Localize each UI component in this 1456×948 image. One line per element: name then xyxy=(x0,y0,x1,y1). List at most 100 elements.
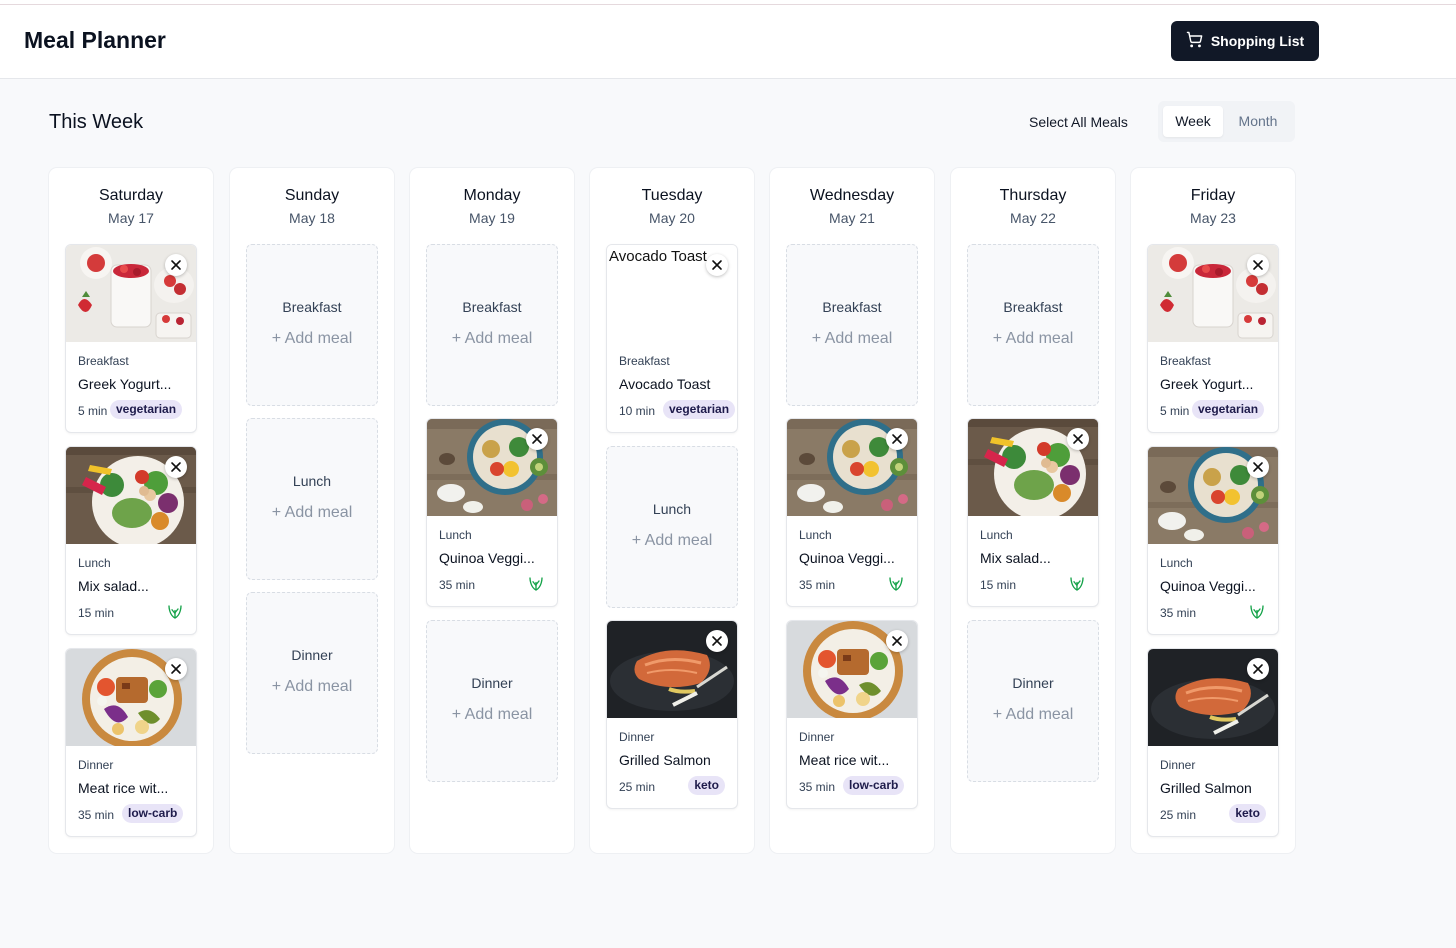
meal-type-label: Dinner xyxy=(799,730,835,744)
meal-card[interactable]: Lunch Quinoa Veggi... 35 min xyxy=(786,418,918,607)
shopping-list-label: Shopping List xyxy=(1210,33,1305,49)
meal-name: Mix salad... xyxy=(78,578,149,594)
meal-time: 10 min xyxy=(619,404,656,418)
day-column-tuesday: Tuesday May 20 Avocado Toast Breakfast Avoca… xyxy=(590,168,754,853)
meal-name: Greek Yogurt... xyxy=(1160,376,1254,392)
meal-card[interactable]: Lunch Mix salad... 15 min xyxy=(65,446,197,635)
empty-slot-dinner[interactable]: Dinner + Add meal xyxy=(246,592,378,754)
meal-type-label: Breakfast xyxy=(619,354,670,368)
slot-meal-type: Breakfast xyxy=(1003,299,1063,315)
meal-time: 35 min xyxy=(1160,606,1197,620)
close-icon[interactable] xyxy=(886,428,908,450)
close-icon[interactable] xyxy=(706,630,728,652)
meal-time: 5 min xyxy=(78,404,108,418)
add-meal-button[interactable]: + Add meal xyxy=(968,706,1098,724)
meal-name: Quinoa Veggi... xyxy=(1160,578,1256,594)
meal-type-label: Lunch xyxy=(980,528,1013,542)
empty-slot-breakfast[interactable]: Breakfast + Add meal xyxy=(786,244,918,406)
view-month-tab[interactable]: Month xyxy=(1226,106,1290,137)
add-meal-button[interactable]: + Add meal xyxy=(607,532,737,550)
close-icon[interactable] xyxy=(1067,428,1089,450)
select-all-meals-button[interactable]: Select All Meals xyxy=(1029,114,1128,130)
add-meal-button[interactable]: + Add meal xyxy=(787,330,917,348)
meal-card[interactable]: Dinner Meat rice wit... 35 min low-carb xyxy=(65,648,197,837)
slot-meal-type: Dinner xyxy=(291,647,333,663)
view-toggle: Week Month xyxy=(1158,101,1295,142)
meal-card[interactable]: Breakfast Greek Yogurt... 5 min vegetarian xyxy=(1147,244,1279,433)
day-date: May 22 xyxy=(1010,210,1056,226)
slot-meal-type: Lunch xyxy=(292,473,332,489)
app-header: Meal Planner Shopping List xyxy=(0,5,1456,79)
vegan-leaf-icon xyxy=(1248,603,1266,621)
diet-tag: low-carb xyxy=(122,804,184,823)
close-icon[interactable] xyxy=(165,658,187,680)
meal-card[interactable]: Lunch Mix salad... 15 min xyxy=(967,418,1099,607)
slot-meal-type: Lunch xyxy=(652,501,692,517)
add-meal-button[interactable]: + Add meal xyxy=(247,330,377,348)
view-week-tab[interactable]: Week xyxy=(1163,106,1223,137)
day-name: Saturday xyxy=(98,187,164,204)
empty-slot-breakfast[interactable]: Breakfast + Add meal xyxy=(426,244,558,406)
day-column-sunday: Sunday May 18 Breakfast + Add meal Lunch + Ad… xyxy=(230,168,394,853)
diet-tag: keto xyxy=(688,776,725,795)
cart-icon xyxy=(1186,31,1203,51)
meal-type-label: Lunch xyxy=(439,528,472,542)
meal-card[interactable]: Lunch Quinoa Veggi... 35 min xyxy=(1147,446,1279,635)
meal-card[interactable]: Breakfast Greek Yogurt... 5 min vegetarian xyxy=(65,244,197,433)
empty-slot-dinner[interactable]: Dinner + Add meal xyxy=(426,620,558,782)
add-meal-button[interactable]: + Add meal xyxy=(427,706,557,724)
meal-time: 15 min xyxy=(980,578,1017,592)
close-icon[interactable] xyxy=(1247,658,1269,680)
close-icon[interactable] xyxy=(706,254,728,276)
meal-time: 35 min xyxy=(78,808,115,822)
empty-slot-breakfast[interactable]: Breakfast + Add meal xyxy=(246,244,378,406)
close-icon[interactable] xyxy=(526,428,548,450)
meal-time: 25 min xyxy=(619,780,656,794)
meal-name: Meat rice wit... xyxy=(799,752,890,768)
meal-name: Quinoa Veggi... xyxy=(439,550,535,566)
close-icon[interactable] xyxy=(1247,254,1269,276)
add-meal-button[interactable]: + Add meal xyxy=(427,330,557,348)
day-column-thursday: Thursday May 22 Breakfast + Add meal Lunch Mi… xyxy=(951,168,1115,853)
close-icon[interactable] xyxy=(886,630,908,652)
day-name: Wednesday xyxy=(809,187,895,204)
day-date: May 18 xyxy=(289,210,335,226)
add-meal-button[interactable]: + Add meal xyxy=(247,678,377,696)
empty-slot-dinner[interactable]: Dinner + Add meal xyxy=(967,620,1099,782)
meal-time: 5 min xyxy=(1160,404,1190,418)
close-icon[interactable] xyxy=(1247,456,1269,478)
week-heading: This Week xyxy=(49,111,144,133)
day-date: May 19 xyxy=(469,210,515,226)
meal-time: 35 min xyxy=(799,578,836,592)
shopping-list-button[interactable]: Shopping List xyxy=(1171,21,1319,61)
slot-meal-type: Dinner xyxy=(471,675,513,691)
meal-type-label: Dinner xyxy=(78,758,114,772)
day-column-friday: Friday May 23 Breakfast Greek Yogurt... 5 mi… xyxy=(1131,168,1295,853)
diet-tag: keto xyxy=(1229,804,1266,823)
add-meal-button[interactable]: + Add meal xyxy=(968,330,1098,348)
meal-card[interactable]: Lunch Quinoa Veggi... 35 min xyxy=(426,418,558,607)
add-meal-button[interactable]: + Add meal xyxy=(247,504,377,522)
day-column-saturday: Saturday May 17 Breakfast Greek Yogurt... 5 … xyxy=(49,168,213,853)
day-date: May 23 xyxy=(1190,210,1236,226)
slot-meal-type: Breakfast xyxy=(822,299,882,315)
close-icon[interactable] xyxy=(165,254,187,276)
day-name: Thursday xyxy=(999,187,1067,204)
day-name: Tuesday xyxy=(641,187,703,204)
meal-time: 35 min xyxy=(439,578,476,592)
diet-tag: vegetarian xyxy=(663,400,736,419)
close-icon[interactable] xyxy=(165,456,187,478)
meal-card[interactable]: Dinner Grilled Salmon 25 min keto xyxy=(606,620,738,809)
meal-card[interactable]: Dinner Meat rice wit... 35 min low-carb xyxy=(786,620,918,809)
vegan-leaf-icon xyxy=(166,603,184,621)
meal-name: Meat rice wit... xyxy=(78,780,169,796)
meal-card[interactable]: Avocado Toast Breakfast Avocado Toast 10 mi… xyxy=(606,244,738,433)
app-title: Meal Planner xyxy=(24,27,166,53)
day-date: May 20 xyxy=(649,210,695,226)
meal-card[interactable]: Dinner Grilled Salmon 25 min keto xyxy=(1147,648,1279,837)
empty-slot-lunch[interactable]: Lunch + Add meal xyxy=(246,418,378,580)
diet-tag: vegetarian xyxy=(1192,400,1265,419)
empty-slot-breakfast[interactable]: Breakfast + Add meal xyxy=(967,244,1099,406)
empty-slot-lunch[interactable]: Lunch + Add meal xyxy=(606,446,738,608)
slot-meal-type: Breakfast xyxy=(282,299,342,315)
